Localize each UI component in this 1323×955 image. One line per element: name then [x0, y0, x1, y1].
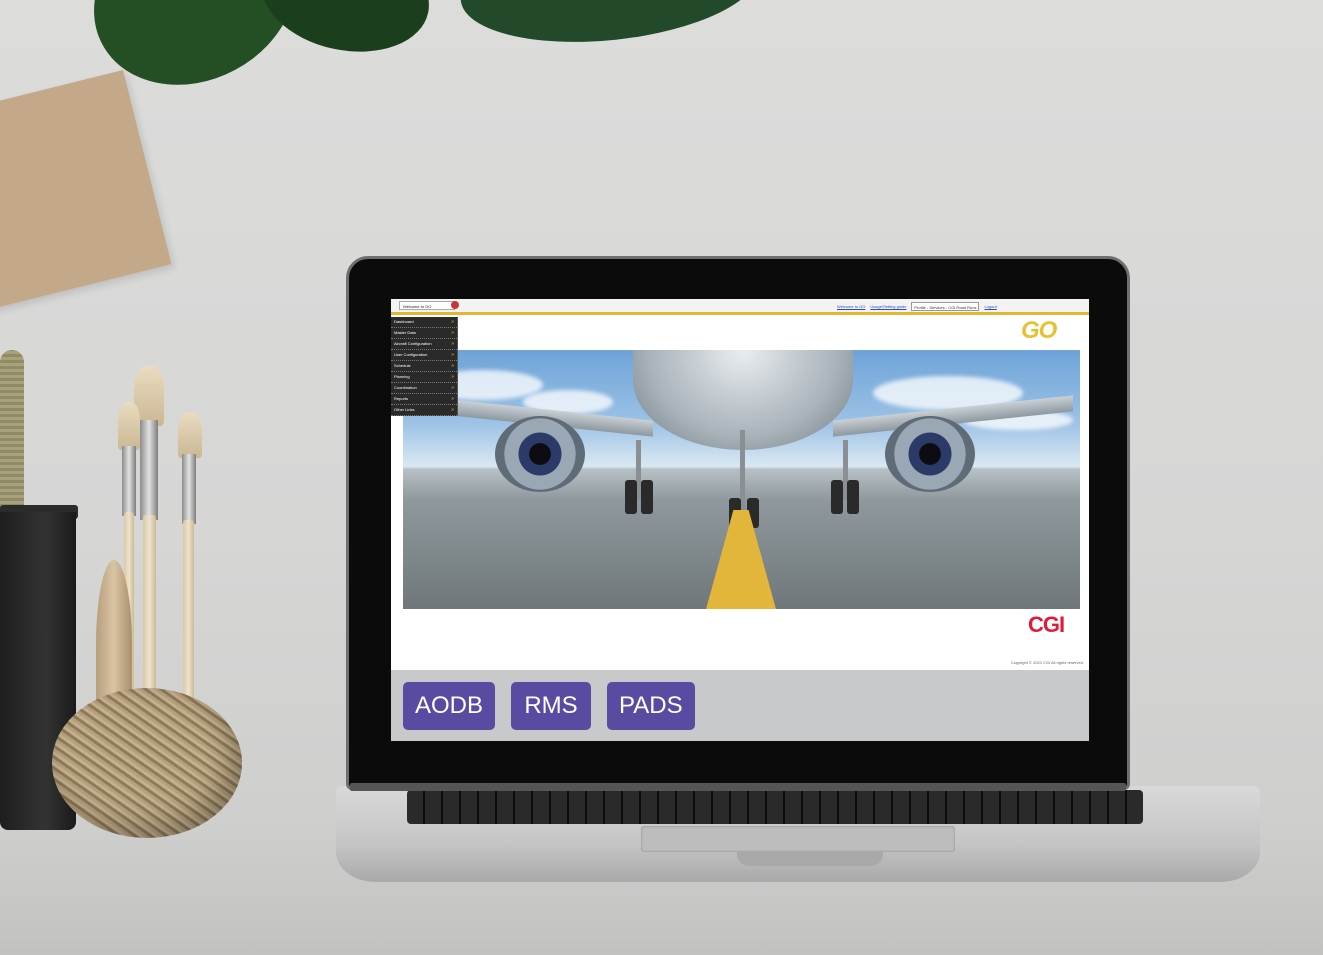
- menu-item-label: Coordination: [394, 385, 417, 390]
- jet-engine-right: [885, 416, 975, 492]
- copyright-text: Copyright © 2020 CGI All rights reserved: [1010, 660, 1083, 665]
- paintbrush-handle: [143, 515, 156, 705]
- chevron-right-icon: »: [451, 363, 454, 369]
- menu-item-planning[interactable]: Planning »: [391, 372, 457, 383]
- menu-item-label: User Configuration: [394, 352, 428, 357]
- paintbrush-ferrule: [182, 454, 196, 524]
- menu-item-label: Schedule: [394, 363, 411, 368]
- menu-item-reports[interactable]: Reports »: [391, 394, 457, 405]
- menu-item-label: Aircraft Configuration: [394, 341, 432, 346]
- menu-item-user-configuration[interactable]: User Configuration »: [391, 350, 457, 361]
- landing-gear-wheel: [641, 480, 653, 514]
- app-tab[interactable]: Welcome to GO: [399, 301, 455, 310]
- paintbrush-bristles: [178, 412, 202, 458]
- main-nav-menu: Dashboard » Master Data » Aircraft Configu…: [391, 317, 458, 416]
- cgi-logo: CGI: [1028, 612, 1065, 637]
- guide-link[interactable]: Usage/Setting guide: [870, 302, 906, 311]
- cactus-plant: [0, 350, 24, 510]
- chevron-right-icon: »: [451, 330, 454, 336]
- go-logo: GO: [1021, 317, 1057, 344]
- menu-item-coordination[interactable]: Coordination »: [391, 383, 457, 394]
- chevron-right-icon: »: [451, 407, 454, 413]
- welcome-link[interactable]: Welcome to GO: [837, 302, 865, 311]
- paintbrush-ferrule: [122, 446, 136, 516]
- menu-item-aircraft-configuration[interactable]: Aircraft Configuration »: [391, 339, 457, 350]
- paintbrush-handle: [183, 520, 194, 700]
- menu-item-other-links[interactable]: Other Links »: [391, 405, 457, 416]
- user-toolbar: Welcome to GO Usage/Setting guide Profil…: [837, 302, 1083, 311]
- laptop-hinge: [350, 783, 1126, 791]
- chevron-right-icon: »: [451, 319, 454, 325]
- chevron-right-icon: »: [451, 385, 454, 391]
- profile-select[interactable]: Profile - Services - CGI Road Runs: [911, 302, 980, 311]
- jet-engine-left: [495, 416, 585, 492]
- menu-item-label: Planning: [394, 374, 410, 379]
- menu-item-label: Master Data: [394, 330, 416, 335]
- landing-gear-wheel: [831, 480, 843, 514]
- laptop-screen: Welcome to GO Welcome to GO Usage/Settin…: [391, 299, 1089, 741]
- menu-item-label: Dashboard: [394, 319, 414, 324]
- paintbrush-ferrule: [140, 420, 158, 520]
- hero-airplane-image: [403, 350, 1080, 609]
- flag-icon: [451, 301, 459, 309]
- chevron-right-icon: »: [451, 396, 454, 402]
- laptop-keyboard: [407, 790, 1143, 824]
- landing-gear-wheel: [625, 480, 637, 514]
- chevron-right-icon: »: [451, 374, 454, 380]
- logout-link[interactable]: Logout: [984, 302, 996, 311]
- menu-item-label: Other Links: [394, 407, 415, 412]
- nose-gear-strut: [740, 430, 745, 510]
- landing-gear-wheel: [847, 480, 859, 514]
- rms-button[interactable]: RMS: [511, 682, 592, 730]
- kraft-paper-card: [0, 69, 172, 311]
- menu-item-master-data[interactable]: Master Data »: [391, 328, 457, 339]
- chevron-right-icon: »: [451, 341, 454, 347]
- runway-centerline: [703, 510, 779, 609]
- menu-item-label: Reports: [394, 396, 409, 401]
- menu-item-dashboard[interactable]: Dashboard »: [391, 317, 457, 328]
- chevron-right-icon: »: [451, 352, 454, 358]
- product-button-row: AODB RMS PADS: [403, 682, 695, 730]
- aodb-button[interactable]: AODB: [403, 682, 496, 730]
- twine-ball: [52, 688, 242, 838]
- plant-leaf: [250, 0, 440, 67]
- plant-leaf: [455, 0, 765, 56]
- pads-button[interactable]: PADS: [607, 682, 695, 730]
- paintbrush-bristles: [118, 402, 140, 450]
- laptop-notch: [737, 852, 883, 866]
- laptop-trackpad[interactable]: [641, 826, 955, 852]
- menu-item-schedule[interactable]: Schedule »: [391, 361, 457, 372]
